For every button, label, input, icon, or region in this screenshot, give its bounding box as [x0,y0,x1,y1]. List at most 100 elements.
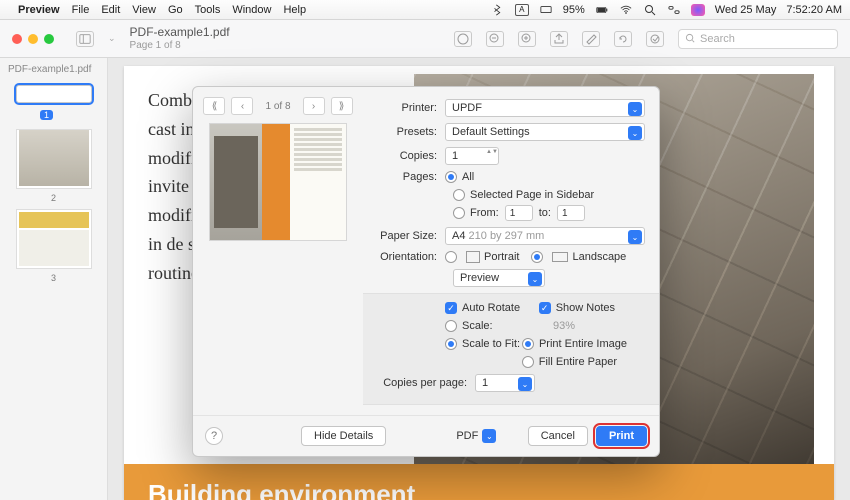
print-preview-pane: ⟪ ‹ 1 of 8 › ⟫ [193,87,363,415]
scale-to-fit-radio[interactable] [445,338,457,350]
sidebar-title: PDF-example1.pdf [6,64,101,79]
landscape-radio[interactable] [531,251,543,263]
page-number-3: 3 [6,273,101,283]
prev-page-button[interactable]: ‹ [231,97,253,115]
display-icon[interactable] [539,4,553,16]
close-window[interactable] [12,34,22,44]
presets-label: Presets: [367,126,445,138]
page-indicator: 1 of 8 [265,101,290,112]
pages-selected-radio[interactable] [453,189,465,201]
hide-details-button[interactable]: Hide Details [301,426,386,446]
cancel-button[interactable]: Cancel [528,426,588,446]
minimize-window[interactable] [28,34,38,44]
pages-label: Pages: [367,171,445,183]
markup-button[interactable] [646,31,664,47]
keyboard-input-icon[interactable]: A [515,4,529,16]
zoom-window[interactable] [44,34,54,44]
show-notes-check[interactable] [539,302,551,314]
auto-rotate-label: Auto Rotate [462,302,520,314]
preview-panel: Auto Rotate Show Notes Scale: 93% Scale … [363,293,659,405]
rotate-button[interactable] [614,31,632,47]
print-dialog: ⟪ ‹ 1 of 8 › ⟫ Printer: UPDF⌄ Presets: D… [192,86,660,457]
window-toolbar: ⌄ PDF-example1.pdf Page 1 of 8 Search [0,20,850,58]
wifi-icon[interactable] [619,4,633,16]
page-thumb-2[interactable] [16,129,92,189]
sidebar-dropdown-icon[interactable]: ⌄ [108,33,116,44]
help-button[interactable]: ? [205,427,223,445]
fill-entire-label: Fill Entire Paper [539,356,617,368]
landscape-icon [552,252,568,262]
menubar: Preview File Edit View Go Tools Window H… [0,0,850,20]
page-thumb-1[interactable] [16,85,92,103]
next-page-button[interactable]: › [303,97,325,115]
copies-stepper[interactable]: 1▲▼ [445,147,499,165]
print-preview-thumb [209,123,347,241]
info-button[interactable] [454,31,472,47]
from-field[interactable]: 1 [505,205,533,221]
zoom-out-button[interactable] [486,31,504,47]
battery-icon[interactable] [595,4,609,16]
scale-percent: 93% [553,320,575,332]
search-field[interactable]: Search [678,29,838,49]
paper-size-label: Paper Size: [367,230,445,242]
menu-go[interactable]: Go [168,4,183,16]
title-text: PDF-example1.pdf [130,26,230,39]
landscape-label: Landscape [572,251,626,263]
scale-to-fit-label: Scale to Fit: [462,338,520,350]
menu-file[interactable]: File [72,4,90,16]
search-icon [685,33,696,44]
copies-per-page-select[interactable]: 1⌄ [475,374,535,392]
to-field[interactable]: 1 [557,205,585,221]
pdf-menu[interactable]: PDF⌄ [456,429,496,443]
menu-edit[interactable]: Edit [101,4,120,16]
portrait-radio[interactable] [445,251,457,263]
orientation-label: Orientation: [367,251,445,263]
menu-tools[interactable]: Tools [195,4,221,16]
menubar-time[interactable]: 7:52:20 AM [786,4,842,16]
pages-selected-label: Selected Page in Sidebar [470,189,594,201]
portrait-icon [466,251,480,263]
window-controls[interactable] [12,34,54,44]
fill-entire-radio[interactable] [522,356,534,368]
print-entire-radio[interactable] [522,338,534,350]
auto-rotate-check[interactable] [445,302,457,314]
menu-view[interactable]: View [132,4,156,16]
siri-icon[interactable] [691,4,705,16]
scale-radio[interactable] [445,320,457,332]
zoom-in-button[interactable] [518,31,536,47]
presets-select[interactable]: Default Settings⌄ [445,123,645,141]
bluetooth-icon[interactable] [491,4,505,16]
pages-range-radio[interactable] [453,207,465,219]
print-entire-label: Print Entire Image [539,338,627,350]
menubar-date[interactable]: Wed 25 May [715,4,777,16]
pages-all-radio[interactable] [445,171,457,183]
portrait-label: Portrait [484,251,519,263]
menu-window[interactable]: Window [232,4,271,16]
share-button[interactable] [550,31,568,47]
app-menu[interactable]: Preview [18,4,60,16]
headline-band: Building environment [124,464,834,500]
page-subtitle: Page 1 of 8 [130,40,230,51]
printer-select[interactable]: UPDF⌄ [445,99,645,117]
page-number-2: 2 [6,193,101,203]
printer-label: Printer: [367,102,445,114]
print-button[interactable]: Print [596,426,647,446]
from-label: From: [470,207,499,219]
copies-label: Copies: [367,150,445,162]
highlight-button[interactable] [582,31,600,47]
search-placeholder: Search [700,33,735,45]
control-center-icon[interactable] [667,4,681,16]
to-label: to: [539,207,551,219]
pages-all-label: All [462,171,474,183]
paper-size-select[interactable]: A4 210 by 297 mm⌄ [445,227,645,245]
sidebar-toggle[interactable] [76,31,94,47]
thumbnail-sidebar: PDF-example1.pdf 1 2 3 [0,58,108,500]
spotlight-icon[interactable] [643,4,657,16]
page-number-1: 1 [40,110,53,120]
show-notes-label: Show Notes [556,302,615,314]
page-thumb-3[interactable] [16,209,92,269]
last-page-button[interactable]: ⟫ [331,97,353,115]
first-page-button[interactable]: ⟪ [203,97,225,115]
menu-help[interactable]: Help [283,4,306,16]
section-select[interactable]: Preview⌄ [453,269,545,287]
